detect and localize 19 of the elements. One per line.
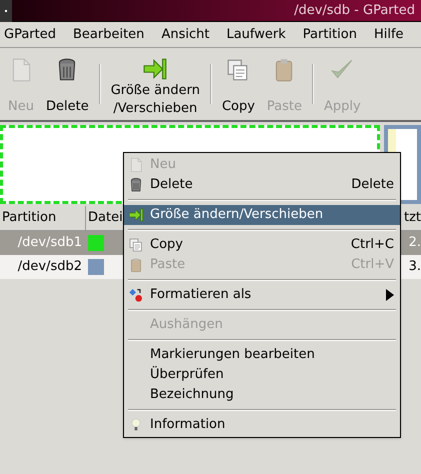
menu-label: Aushängen xyxy=(150,316,223,334)
menu-label: Überprüfen xyxy=(150,365,224,384)
shortcut-label: Delete xyxy=(351,176,394,194)
table-cell-text: /dev/sdb1 xyxy=(16,234,83,252)
table-cell-text: 3. xyxy=(408,258,421,276)
menu-label: Bezeichnung xyxy=(150,386,234,404)
menu-label: Größe ändern/Verschieben xyxy=(150,206,324,224)
menu-label: Copy xyxy=(150,236,183,254)
table-cell-text: /dev/sdb2 xyxy=(16,258,83,276)
shortcut-label: Ctrl+C xyxy=(350,236,394,254)
window-title: /dev/sdb - GParted xyxy=(294,2,416,20)
menu-label: Information xyxy=(150,416,226,434)
table-cell-text: 2. xyxy=(408,234,421,252)
menu-label: Formatieren als xyxy=(150,286,252,304)
menu-label: Paste xyxy=(150,256,186,274)
menu-label: Markierungen bearbeiten xyxy=(150,346,315,364)
shortcut-label: Ctrl+V xyxy=(351,256,394,274)
menu-label: Neu xyxy=(150,156,176,174)
menu-label: Delete xyxy=(150,176,193,194)
